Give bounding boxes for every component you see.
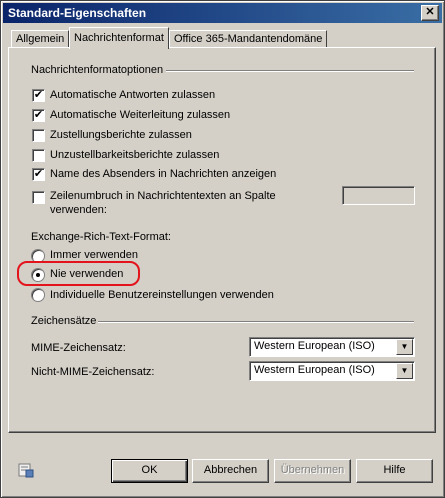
- title-bar: Standard-Eigenschaften ✕: [3, 3, 442, 23]
- window-title: Standard-Eigenschaften: [8, 6, 147, 20]
- button-label: OK: [141, 464, 158, 476]
- close-icon: ✕: [425, 6, 435, 18]
- ok-button[interactable]: OK: [111, 459, 188, 483]
- button-label: Übernehmen: [280, 464, 345, 476]
- properties-help-icon: [18, 463, 34, 478]
- tab-label: Office 365-Mandantendomäne: [174, 33, 323, 45]
- cancel-button[interactable]: Abbrechen: [192, 459, 269, 483]
- tab-label: Allgemein: [16, 33, 65, 45]
- tab-label: Nachrichtenformat: [74, 32, 164, 44]
- button-label: Abbrechen: [203, 464, 258, 476]
- button-label: Hilfe: [383, 464, 406, 476]
- tab-nachrichtenformat[interactable]: Nachrichtenformat: [69, 27, 169, 49]
- help-button[interactable]: Hilfe: [356, 459, 433, 483]
- apply-button[interactable]: Übernehmen: [274, 459, 351, 483]
- tab-office365-mandantendomaene[interactable]: Office 365-Mandantendomäne: [169, 30, 328, 48]
- tab-panel: [8, 47, 436, 433]
- tab-allgemein[interactable]: Allgemein: [11, 30, 70, 48]
- close-button[interactable]: ✕: [421, 5, 439, 21]
